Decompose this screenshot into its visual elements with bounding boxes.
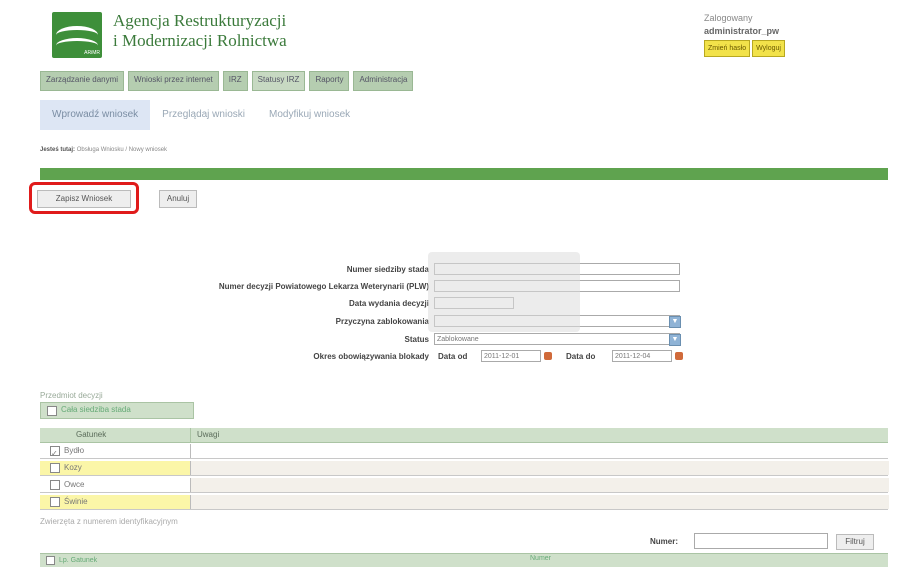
change-password-button[interactable]: Zmień hasło — [704, 40, 751, 57]
nav-item-internet[interactable]: Wnioski przez internet — [128, 71, 219, 91]
table-row: Świnie — [40, 495, 889, 510]
org-line-1: Agencja Restrukturyzacji — [113, 11, 287, 30]
checkbox-checked[interactable]: ✓ — [50, 445, 60, 458]
decision-number-label: Numer decyzji Powiatowego Lekarza Wetery… — [218, 282, 429, 291]
select-all-checkbox[interactable] — [46, 556, 55, 566]
org-line-2: i Modernizacji Rolnictwa — [113, 31, 287, 50]
date-from-input[interactable]: 2011-12-01 — [481, 350, 541, 362]
date-to-label: Data do — [566, 352, 596, 361]
whole-herd-label: Cała siedziba stada — [61, 404, 131, 414]
species-name: Kozy — [64, 463, 82, 472]
number-label: Numer: — [650, 537, 679, 546]
status-label: Status — [404, 335, 429, 344]
tab-browse-applications[interactable]: Przeglądaj wnioski — [150, 100, 257, 130]
nav-item-data[interactable]: Zarządzanie danymi — [40, 71, 125, 91]
nav-item-irz[interactable]: IRZ — [222, 71, 248, 91]
col-species: Gatunek — [76, 430, 107, 439]
logged-label: Zalogowany — [704, 13, 753, 23]
chevron-down-icon[interactable]: ▼ — [669, 334, 681, 346]
decision-section-label: Przedmiot decyzji — [40, 391, 103, 400]
notes-cell[interactable] — [190, 478, 889, 492]
whole-herd-checkbox[interactable] — [47, 406, 57, 416]
table-row: Owce — [40, 478, 889, 493]
section-bar — [40, 168, 888, 180]
sub-nav: Wprowadź wniosek Przeglądaj wnioski Mody… — [40, 100, 362, 130]
tab-enter-application[interactable]: Wprowadź wniosek — [40, 100, 151, 130]
block-period-label: Okres obowiązywania blokady — [313, 352, 429, 361]
breadcrumb-label: Jesteś tutaj: — [40, 147, 76, 153]
species-name: Bydło — [64, 446, 85, 455]
animals-note: Zwierzęta z numerem identyfikacyjnym — [40, 517, 178, 526]
date-to-input[interactable]: 2011-12-04 — [612, 350, 672, 362]
tab-modify-application[interactable]: Modyfikuj wniosek — [257, 100, 362, 130]
species-name: Owce — [64, 480, 85, 489]
checkbox[interactable] — [50, 479, 60, 490]
calendar-icon[interactable] — [675, 352, 683, 360]
table-row: Kozy — [40, 461, 889, 476]
col-lp-species: Lp. Gatunek — [59, 557, 98, 564]
filter-button[interactable]: Filtruj — [836, 534, 874, 550]
breadcrumb: Jesteś tutaj: Obsługa Wniosku / Nowy wni… — [40, 147, 167, 153]
herd-number-label: Numer siedziby stada — [346, 265, 429, 274]
whole-herd-option[interactable]: Cała siedziba stada — [40, 402, 194, 419]
logo-text: ARiMR — [84, 50, 100, 56]
user-name: administrator_pw — [704, 26, 780, 36]
col-number: Numer — [530, 555, 552, 562]
checkbox[interactable] — [50, 462, 60, 473]
redacted-overlay — [428, 252, 580, 332]
animals-table-header: Lp. Gatunek Numer — [40, 553, 888, 567]
checkbox[interactable] — [50, 496, 60, 507]
user-panel: Zalogowany administrator_pw Zmień hasło W… — [704, 12, 787, 57]
main-nav: Zarządzanie danymi Wnioski przez interne… — [40, 71, 414, 91]
status-select[interactable]: Zablokowane — [434, 333, 680, 345]
decision-date-label: Data wydania decyzji — [348, 299, 429, 308]
nav-item-reports[interactable]: Raporty — [309, 71, 350, 91]
nav-item-statusy[interactable]: Statusy IRZ — [251, 71, 306, 91]
notes-cell[interactable] — [190, 495, 889, 509]
table-row: ✓ Bydło — [40, 444, 889, 459]
arimr-logo: ARiMR — [52, 12, 102, 58]
number-filter-input[interactable] — [694, 533, 828, 549]
highlight-frame — [29, 182, 139, 214]
organization-name: Agencja Restrukturyzacji i Modernizacji … — [113, 11, 287, 51]
table-header: Gatunek Uwagi — [40, 428, 888, 443]
chevron-down-icon[interactable]: ▼ — [669, 316, 681, 328]
notes-cell[interactable] — [190, 444, 889, 458]
col-notes: Uwagi — [190, 428, 895, 442]
species-name: Świnie — [64, 497, 88, 506]
notes-cell[interactable] — [190, 461, 889, 475]
calendar-icon[interactable] — [544, 352, 552, 360]
block-reason-label: Przyczyna zablokowania — [335, 317, 429, 326]
date-from-label: Data od — [438, 352, 468, 361]
cancel-button[interactable]: Anuluj — [159, 190, 197, 208]
nav-item-admin[interactable]: Administracja — [353, 71, 414, 91]
breadcrumb-path[interactable]: Obsługa Wniosku / Nowy wniosek — [77, 147, 167, 153]
logout-button[interactable]: Wyloguj — [752, 40, 785, 57]
